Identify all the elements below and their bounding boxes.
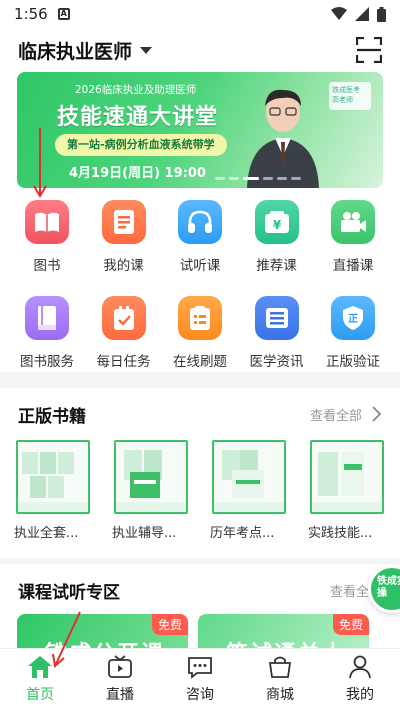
quiz-list-icon <box>178 296 222 340</box>
grid-item-authenticity-check[interactable]: 正 正版验证 <box>316 296 390 370</box>
book-icon <box>25 200 69 244</box>
feature-grid-row-2: 图书服务 每日任务 在线刷题 医学资讯 正 正版验证 <box>0 296 400 370</box>
book-card[interactable]: 执业辅导... <box>112 440 188 541</box>
sim-icon: A <box>57 8 70 20</box>
news-icon <box>254 296 299 340</box>
section-title: 正版书籍 <box>18 406 86 427</box>
task-check-icon <box>101 296 146 340</box>
book-cover-image <box>16 440 90 514</box>
status-bar: 1:56 A <box>0 0 400 28</box>
exam-category-title[interactable]: 临床执业医师 <box>18 37 132 64</box>
lecturer-photo <box>247 89 319 188</box>
chevron-right-icon[interactable] <box>372 406 382 422</box>
books-section: 正版书籍 查看全部 执业全套... 执业辅导... 历年考点... 实践技能..… <box>0 388 400 558</box>
free-badge: 免费 <box>332 614 369 635</box>
grid-item-daily-tasks[interactable]: 每日任务 <box>87 296 161 370</box>
signal-icon <box>355 7 369 21</box>
banner-date: 4月19日(周日) 19:00 <box>69 166 206 181</box>
free-badge: 免费 <box>151 614 188 635</box>
book-card[interactable]: 执业全套... <box>14 440 90 541</box>
scan-icon[interactable] <box>356 37 382 63</box>
bottom-tab-bar: 首页 直播 咨询 商城 我的 <box>0 648 400 710</box>
svg-text:¥: ¥ <box>272 218 281 232</box>
courses-section: 课程试听专区 查看全部 铁成公开课 免费 笔试通关大讲堂 免费 <box>0 564 400 650</box>
banner-headline: 技能速通大讲堂 <box>57 105 219 130</box>
section-title: 课程试听专区 <box>18 582 120 603</box>
app-screen: 1:56 A 临床执业医师 2026临床执业及助理医师 技能速通大讲堂 第一站-… <box>0 0 400 710</box>
course-card[interactable]: 铁成公开课 免费 <box>17 614 188 650</box>
book-card[interactable]: 历年考点... <box>210 440 286 541</box>
book-cover-image <box>212 440 286 514</box>
see-all-books-link[interactable]: 查看全部 <box>310 405 362 424</box>
user-icon <box>349 655 371 679</box>
chevron-down-icon[interactable] <box>140 46 153 54</box>
banner-subtitle: 2026临床执业及助理医师 <box>75 84 197 96</box>
svg-text:正: 正 <box>348 313 358 325</box>
chat-icon <box>188 657 212 679</box>
tab-mall[interactable]: 商城 <box>240 649 320 710</box>
tab-live[interactable]: 直播 <box>80 649 160 710</box>
tab-home[interactable]: 首页 <box>0 649 80 710</box>
grid-item-trial-courses[interactable]: 试听课 <box>163 200 237 274</box>
tab-profile[interactable]: 我的 <box>320 649 400 710</box>
banner-badge: 铁成医考 高老师 <box>329 82 371 110</box>
shield-icon: 正 <box>331 296 375 340</box>
course-card[interactable]: 笔试通关大讲堂 免费 <box>198 614 369 650</box>
battery-icon <box>377 6 386 22</box>
book-service-icon <box>25 296 69 340</box>
grid-item-books[interactable]: 图书 <box>10 200 84 274</box>
banner-topic-pill: 第一站-病例分析血液系统带学 <box>55 134 227 156</box>
status-time: 1:56 <box>14 5 48 23</box>
book-cover-image <box>114 440 188 514</box>
wifi-icon <box>331 7 347 20</box>
video-camera-icon <box>331 200 375 244</box>
tv-icon <box>108 655 132 678</box>
banner-pagination <box>215 177 301 180</box>
grid-item-medical-news[interactable]: 医学资讯 <box>240 296 314 370</box>
home-icon <box>28 656 52 678</box>
headphones-icon <box>178 200 222 244</box>
feature-grid-row-1: 图书 我的课 试听课 ¥ 推荐课 直播课 <box>0 200 400 274</box>
grid-item-online-quiz[interactable]: 在线刷题 <box>163 296 237 370</box>
shopping-bag-icon <box>268 656 292 678</box>
yen-box-icon: ¥ <box>254 200 299 244</box>
grid-item-live-courses[interactable]: 直播课 <box>316 200 390 274</box>
book-cover-image <box>310 440 384 514</box>
grid-item-my-courses[interactable]: 我的课 <box>87 200 161 274</box>
grid-item-recommended[interactable]: ¥ 推荐课 <box>240 200 314 274</box>
promo-banner[interactable]: 2026临床执业及助理医师 技能速通大讲堂 第一站-病例分析血液系统带学 4月1… <box>17 72 383 188</box>
tab-consult[interactable]: 咨询 <box>160 649 240 710</box>
book-card[interactable]: 实践技能... <box>308 440 384 541</box>
grid-item-book-service[interactable]: 图书服务 <box>10 296 84 370</box>
top-header: 临床执业医师 <box>0 28 400 72</box>
document-icon <box>101 200 146 244</box>
